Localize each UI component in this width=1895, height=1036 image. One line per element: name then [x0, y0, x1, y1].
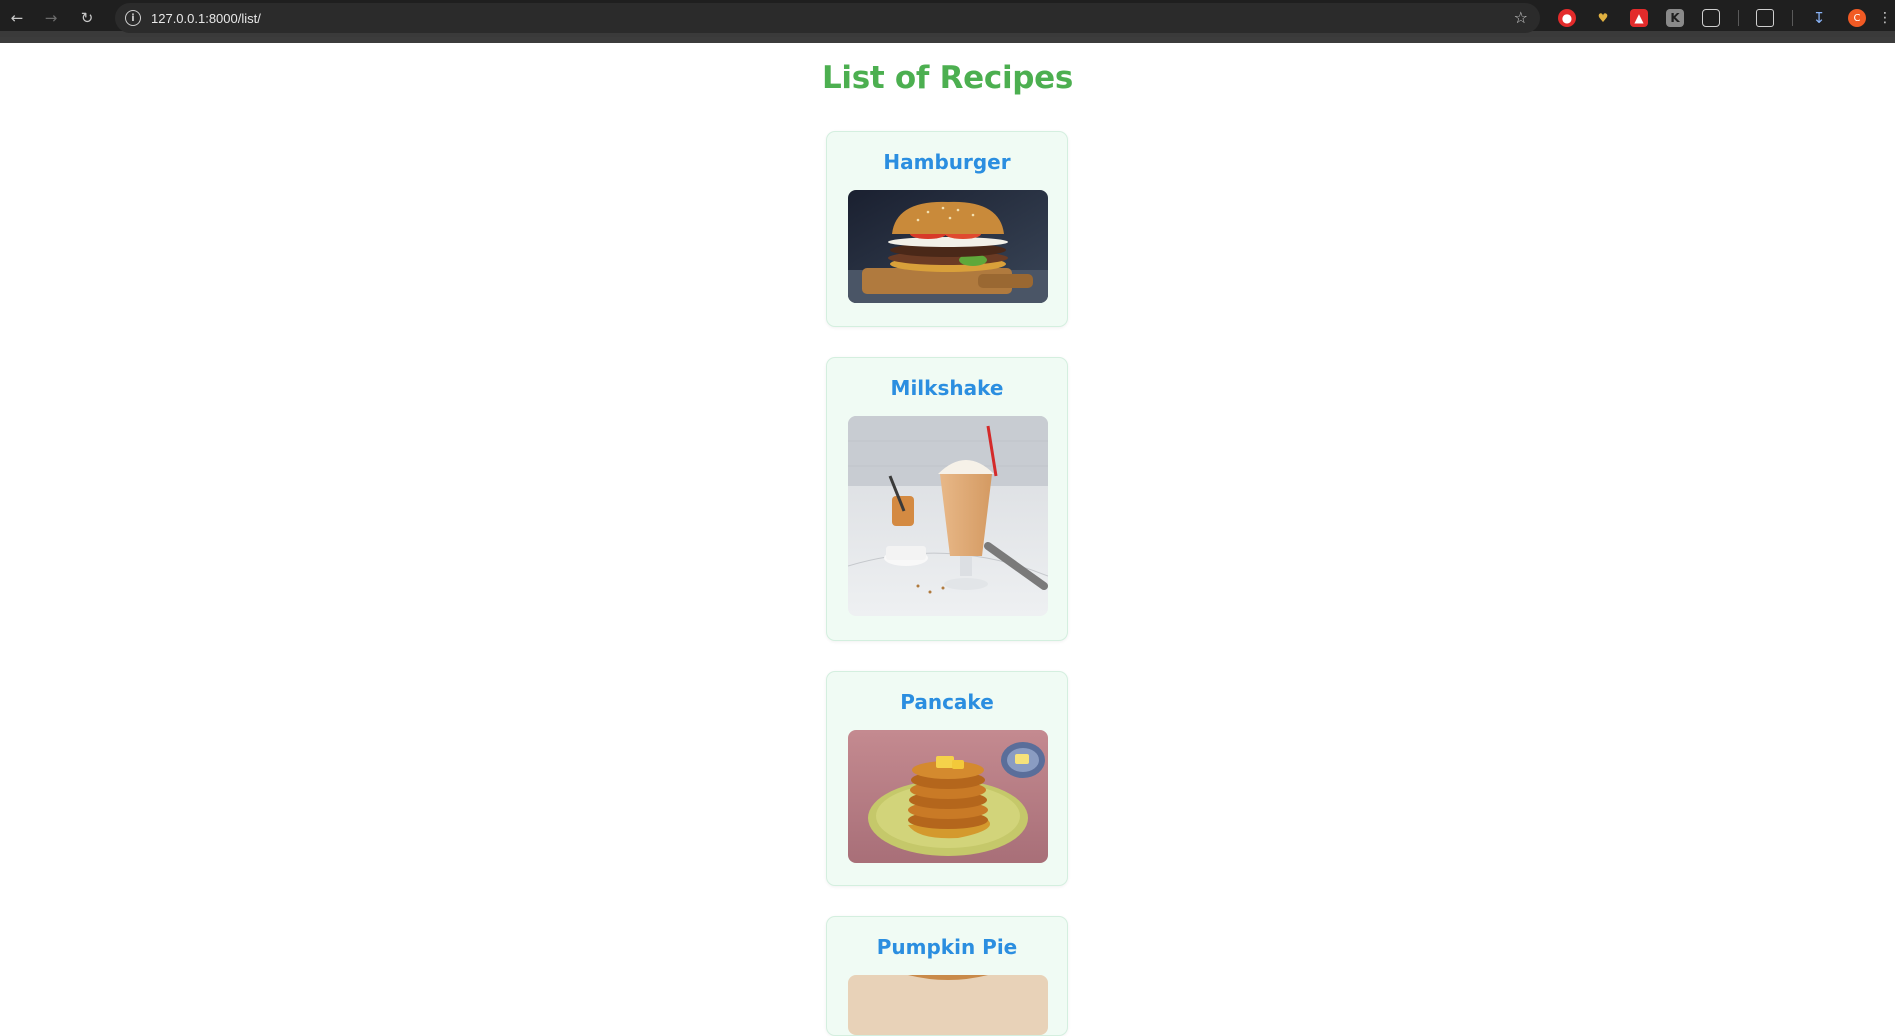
- extension-shield-icon[interactable]: ▲: [1630, 9, 1648, 27]
- back-arrow-icon[interactable]: ←: [6, 7, 28, 29]
- tab-search-icon[interactable]: [1756, 9, 1774, 27]
- profile-initial: C: [1853, 12, 1861, 24]
- url-text[interactable]: 127.0.0.1:8000/list/: [151, 11, 261, 26]
- pancake-image[interactable]: [848, 730, 1048, 863]
- recipe-card-milkshake[interactable]: Milkshake: [826, 357, 1068, 641]
- recipe-title[interactable]: Pancake: [827, 690, 1067, 714]
- address-bar[interactable]: i 127.0.0.1:8000/list/ ☆: [115, 3, 1540, 33]
- profile-avatar[interactable]: C: [1848, 9, 1866, 27]
- pancake-photo: [848, 730, 1048, 863]
- download-icon[interactable]: ↧: [1810, 9, 1828, 27]
- extensions-puzzle-icon[interactable]: [1702, 9, 1720, 27]
- extension-bug-icon[interactable]: ♥: [1594, 9, 1612, 27]
- site-info-icon[interactable]: i: [125, 10, 141, 26]
- browser-chrome: ← → ↻ i 127.0.0.1:8000/list/ ☆ ● ♥ ▲ K ↧…: [0, 0, 1895, 43]
- page-title: List of Recipes: [821, 60, 1074, 96]
- hamburger-image[interactable]: [848, 190, 1048, 303]
- extension-red-circle-icon[interactable]: ●: [1558, 9, 1576, 27]
- pumpkin-pie-photo: [848, 975, 1048, 1035]
- forward-arrow-icon[interactable]: →: [40, 7, 62, 29]
- recipe-card-hamburger[interactable]: Hamburger: [826, 131, 1068, 327]
- reload-icon[interactable]: ↻: [76, 7, 98, 29]
- browser-menu-icon[interactable]: ⋮: [1878, 9, 1892, 27]
- milkshake-image[interactable]: [848, 416, 1048, 616]
- bookmark-star-icon[interactable]: ☆: [1514, 8, 1528, 27]
- browser-toolbar: ← → ↻ i 127.0.0.1:8000/list/ ☆ ● ♥ ▲ K ↧…: [0, 0, 1895, 37]
- recipe-title[interactable]: Pumpkin Pie: [827, 935, 1067, 959]
- toolbar-separator: [1738, 10, 1739, 26]
- milkshake-photo: [848, 416, 1048, 616]
- pumpkin-pie-image[interactable]: [848, 975, 1048, 1035]
- page-content: List of Recipes Hamburger Milkshake Panc…: [0, 43, 1895, 1036]
- hamburger-photo: [848, 190, 1048, 303]
- recipe-card-pancake[interactable]: Pancake: [826, 671, 1068, 886]
- recipe-title[interactable]: Milkshake: [827, 376, 1067, 400]
- recipe-card-pumpkin-pie[interactable]: Pumpkin Pie: [826, 916, 1068, 1036]
- extension-k-icon[interactable]: K: [1666, 9, 1684, 27]
- recipe-title[interactable]: Hamburger: [827, 150, 1067, 174]
- toolbar-separator: [1792, 10, 1793, 26]
